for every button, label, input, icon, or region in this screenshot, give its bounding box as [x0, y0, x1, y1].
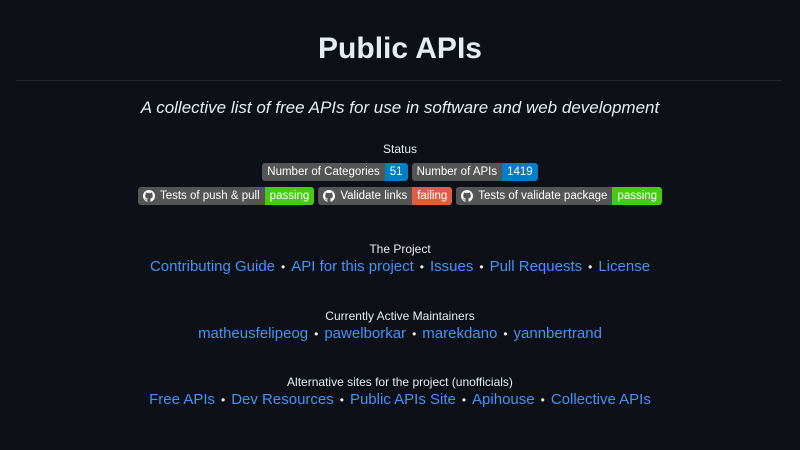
categories-count-badge[interactable]: Number of Categories 51 [262, 163, 408, 181]
github-icon [461, 190, 474, 202]
badge-label: Number of Categories [262, 163, 385, 181]
badge-label: Validate links [340, 190, 408, 202]
maintainers-label: Currently Active Maintainers [325, 309, 475, 323]
separator: • [461, 393, 467, 407]
contributing-guide-link[interactable]: Contributing Guide [150, 258, 275, 275]
github-icon [323, 190, 336, 202]
separator: • [412, 327, 417, 341]
separator: • [540, 393, 545, 407]
separator: • [419, 260, 424, 274]
title-divider [16, 80, 782, 81]
separator: • [339, 393, 344, 407]
separator: • [314, 327, 319, 341]
project-links: Contributing Guide • API for this project •… [0, 258, 800, 275]
badge-label-wrap: Tests of push & pull [137, 187, 265, 205]
badge-label: Number of APIs [411, 163, 503, 181]
badge-value: passing [264, 187, 315, 205]
maintainer-link-pawelborkar[interactable]: pawelborkar [324, 325, 406, 342]
push-pull-tests-badge[interactable]: Tests of push & pull passing [137, 187, 315, 205]
github-icon [142, 190, 155, 202]
maintainer-link-matheusfelipeog[interactable]: matheusfelipeog [198, 325, 308, 342]
public-apis-site-link[interactable]: Public APIs Site [350, 391, 456, 408]
alternatives-label: Alternative sites for the project (unoff… [287, 375, 513, 389]
badge-value: 1419 [502, 163, 538, 181]
pull-requests-link[interactable]: Pull Requests [490, 258, 583, 275]
badge-label-wrap: Tests of validate package [456, 187, 613, 205]
maintainer-link-marekdano[interactable]: marekdano [422, 325, 497, 342]
api-for-project-link[interactable]: API for this project [291, 258, 414, 275]
project-label: The Project [369, 242, 431, 256]
separator: • [503, 327, 508, 341]
readme-page: Public APIs A collective list of free AP… [0, 0, 800, 450]
separator: • [281, 260, 286, 274]
apis-count-badge[interactable]: Number of APIs 1419 [411, 163, 538, 181]
license-link[interactable]: License [598, 258, 650, 275]
separator: • [479, 260, 484, 274]
count-badges-row: Number of Categories 51 Number of APIs 1… [0, 163, 800, 181]
separator: • [588, 260, 593, 274]
issues-link[interactable]: Issues [430, 258, 473, 275]
maintainer-links: matheusfelipeog • pawelborkar • marekdano • ya… [0, 325, 800, 342]
apihouse-link[interactable]: Apihouse [472, 391, 535, 408]
validate-package-badge[interactable]: Tests of validate package passing [456, 187, 663, 205]
collective-apis-link[interactable]: Collective APIs [551, 391, 651, 408]
validate-links-badge[interactable]: Validate links failing [318, 187, 453, 205]
badge-label: Tests of push & pull [159, 190, 260, 202]
page-title: Public APIs [318, 32, 482, 65]
separator: • [221, 393, 226, 407]
free-apis-link[interactable]: Free APIs [149, 391, 215, 408]
status-label: Status [382, 142, 418, 156]
maintainer-link-yannbertrand[interactable]: yannbertrand [514, 325, 602, 342]
workflow-badges-row: Tests of push & pull passing Validate li… [0, 187, 800, 205]
badge-label-wrap: Validate links [318, 187, 413, 205]
badge-value: 51 [384, 163, 408, 181]
dev-resources-link[interactable]: Dev Resources [231, 391, 334, 408]
badge-value: passing [612, 187, 663, 205]
badge-value: failing [412, 187, 453, 205]
alternative-links: Free APIs • Dev Resources • Public APIs Site… [0, 391, 800, 408]
badge-label: Tests of validate package [478, 190, 608, 202]
page-subtitle: A collective list of free APIs for use i… [140, 98, 660, 117]
